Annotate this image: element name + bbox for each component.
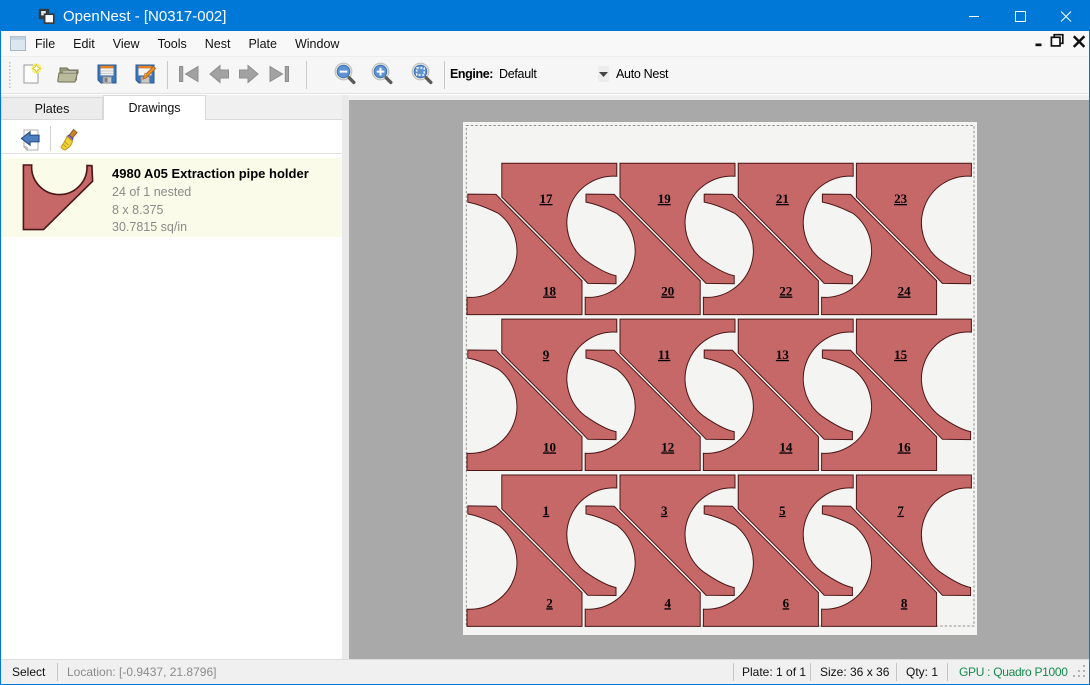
- svg-text:1: 1: [543, 502, 550, 517]
- svg-text:2: 2: [546, 595, 553, 610]
- svg-text:16: 16: [898, 439, 912, 454]
- svg-text:9: 9: [543, 346, 550, 361]
- svg-text:5: 5: [779, 502, 786, 517]
- svg-text:13: 13: [776, 346, 790, 361]
- svg-text:19: 19: [658, 191, 672, 206]
- svg-text:21: 21: [776, 191, 789, 206]
- svg-text:10: 10: [543, 439, 556, 454]
- svg-text:24: 24: [898, 283, 912, 298]
- svg-text:22: 22: [779, 283, 792, 298]
- svg-text:20: 20: [661, 283, 674, 298]
- svg-text:23: 23: [894, 191, 908, 206]
- svg-text:14: 14: [779, 439, 793, 454]
- svg-text:11: 11: [658, 346, 670, 361]
- svg-text:4: 4: [664, 595, 671, 610]
- svg-text:3: 3: [661, 502, 668, 517]
- svg-text:15: 15: [894, 346, 908, 361]
- svg-text:6: 6: [783, 595, 790, 610]
- svg-text:12: 12: [661, 439, 674, 454]
- svg-text:8: 8: [901, 595, 908, 610]
- svg-text:17: 17: [540, 191, 554, 206]
- svg-text:7: 7: [897, 502, 904, 517]
- svg-text:18: 18: [543, 283, 557, 298]
